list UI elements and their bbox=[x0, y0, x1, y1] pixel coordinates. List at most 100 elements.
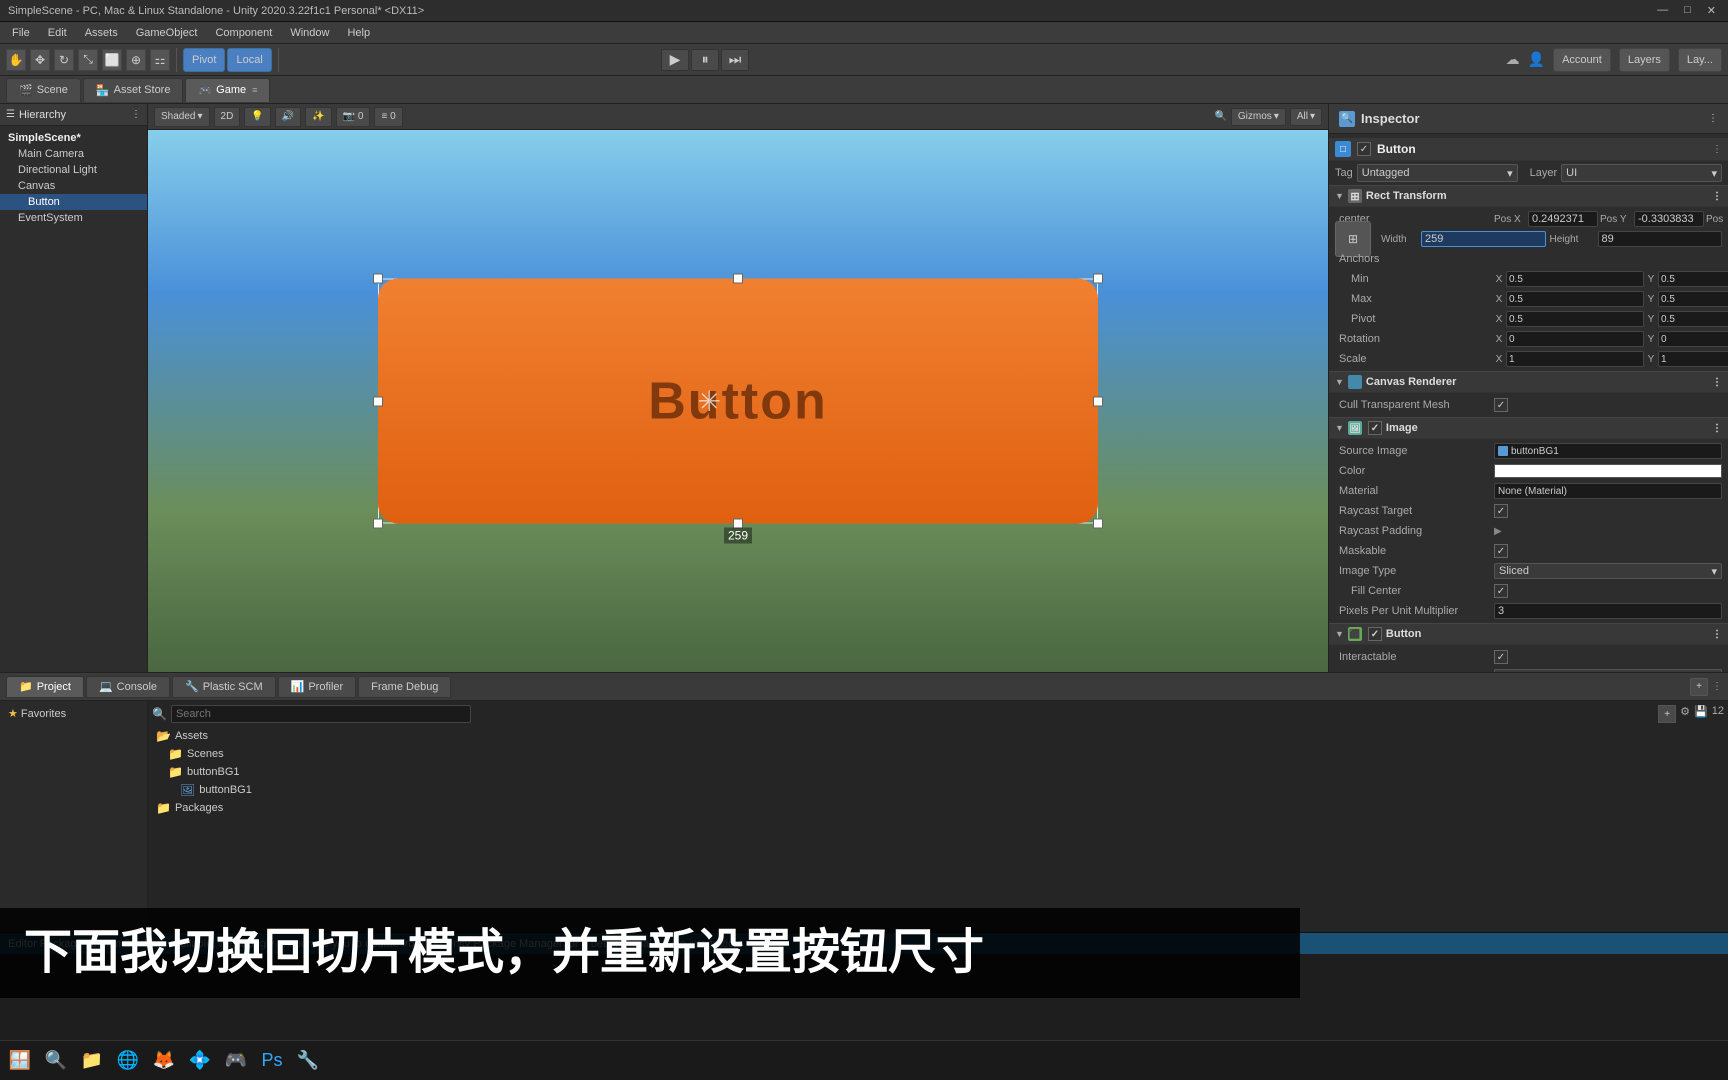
pause-button[interactable]: ⏸ bbox=[691, 49, 719, 71]
collab-icon[interactable]: 👤 bbox=[1528, 51, 1545, 68]
menu-window[interactable]: Window bbox=[282, 25, 337, 41]
close-btn[interactable]: ✕ bbox=[1703, 4, 1720, 17]
scale-x-input[interactable] bbox=[1506, 351, 1644, 367]
taskbar-unity[interactable]: 🎮 bbox=[220, 1045, 252, 1077]
taskbar-search[interactable]: 🔍 bbox=[40, 1045, 72, 1077]
layer-dropdown[interactable]: UI ▾ bbox=[1561, 164, 1722, 182]
taskbar-extra[interactable]: 🔧 bbox=[292, 1045, 324, 1077]
handle-mid-right[interactable] bbox=[1093, 396, 1103, 406]
image-color-swatch[interactable] bbox=[1494, 464, 1722, 478]
rect-transform-menu[interactable]: ⋮ bbox=[1712, 191, 1722, 202]
handle-top-left[interactable] bbox=[373, 274, 383, 284]
button-comp-header[interactable]: ▼ ⬛ Button ⋮ bbox=[1329, 623, 1728, 645]
scenes-item[interactable]: 📁 Scenes bbox=[152, 745, 1724, 763]
cloud-icon[interactable]: ☁ bbox=[1506, 51, 1520, 68]
width-field[interactable] bbox=[1421, 231, 1546, 247]
max-y-input[interactable] bbox=[1658, 291, 1728, 307]
maximize-btn[interactable]: □ bbox=[1680, 4, 1695, 17]
scale-y-input[interactable] bbox=[1658, 351, 1728, 367]
toolbar-hand[interactable]: ✋ bbox=[6, 49, 26, 71]
tab-console[interactable]: 💻 Console bbox=[86, 676, 170, 698]
transition-dropdown[interactable]: Color Tint ▾ bbox=[1494, 669, 1722, 672]
hier-item-dirlight[interactable]: Directional Light bbox=[0, 162, 147, 178]
gizmos-button[interactable]: Gizmos ▾ bbox=[1231, 108, 1286, 126]
canvas-renderer-menu[interactable]: ⋮ bbox=[1712, 377, 1722, 388]
pixels-per-unit-field[interactable] bbox=[1494, 603, 1722, 619]
cull-checkbox[interactable] bbox=[1494, 398, 1508, 412]
toolbar-rotate[interactable]: ↻ bbox=[54, 49, 74, 71]
material-field[interactable]: None (Material) bbox=[1494, 483, 1722, 499]
maskable-checkbox[interactable] bbox=[1494, 544, 1508, 558]
image-header[interactable]: ▼ 🖼 Image ⋮ bbox=[1329, 417, 1728, 439]
favorites-header-item[interactable]: ★ Favorites bbox=[4, 705, 143, 722]
taskbar-photoshop[interactable]: Ps bbox=[256, 1045, 288, 1077]
image-menu[interactable]: ⋮ bbox=[1712, 423, 1722, 434]
assets-search-input[interactable] bbox=[171, 705, 471, 723]
assets-save[interactable]: 💾 bbox=[1694, 705, 1708, 723]
assets-new-btn[interactable]: + bbox=[1658, 705, 1676, 723]
handle-top-mid[interactable] bbox=[733, 274, 743, 284]
height-field[interactable] bbox=[1598, 231, 1723, 247]
tab-asset-store[interactable]: 🏪 Asset Store bbox=[83, 78, 184, 102]
canvas-renderer-header[interactable]: ▼ Canvas Renderer ⋮ bbox=[1329, 371, 1728, 393]
add-bottom-panel[interactable]: + bbox=[1690, 678, 1708, 696]
hier-item-maincamera[interactable]: Main Camera bbox=[0, 146, 147, 162]
rot-y-input[interactable] bbox=[1658, 331, 1728, 347]
menu-edit[interactable]: Edit bbox=[40, 25, 75, 41]
hier-item-canvas[interactable]: Canvas bbox=[0, 178, 147, 194]
button-active-checkbox[interactable] bbox=[1357, 142, 1371, 156]
pivot-y-input[interactable] bbox=[1658, 311, 1728, 327]
toolbar-scale[interactable]: ⤡ bbox=[78, 49, 98, 71]
tab-frame-debug[interactable]: Frame Debug bbox=[358, 676, 451, 698]
play-button[interactable]: ▶ bbox=[661, 49, 689, 71]
menu-component[interactable]: Component bbox=[207, 25, 280, 41]
all-button[interactable]: All ▾ bbox=[1290, 108, 1322, 126]
button-comp-checkbox[interactable] bbox=[1368, 627, 1382, 641]
handle-bottom-right[interactable] bbox=[1093, 519, 1103, 529]
assets-root-item[interactable]: 📂 Assets bbox=[152, 727, 1724, 745]
pivot-button[interactable]: Pivot bbox=[183, 48, 225, 72]
buttonbg1-folder-item[interactable]: 📁 buttonBG1 bbox=[152, 763, 1724, 781]
hier-item-eventsystem[interactable]: EventSystem bbox=[0, 210, 147, 226]
button-comp-menu[interactable]: ⋮ bbox=[1712, 629, 1722, 640]
scene-misc[interactable]: ≡ 0 bbox=[374, 107, 402, 127]
handle-bottom-left[interactable] bbox=[373, 519, 383, 529]
menu-help[interactable]: Help bbox=[339, 25, 378, 41]
tab-profiler[interactable]: 📊 Profiler bbox=[278, 676, 357, 698]
button-component-menu[interactable]: ⋮ bbox=[1712, 144, 1722, 155]
light-toggle[interactable]: 💡 bbox=[244, 107, 270, 127]
max-x-input[interactable] bbox=[1506, 291, 1644, 307]
min-x-input[interactable] bbox=[1506, 271, 1644, 287]
anchor-preset-btn[interactable]: ⊞ bbox=[1335, 221, 1371, 257]
handle-top-right[interactable] bbox=[1093, 274, 1103, 284]
audio-toggle[interactable]: 🔊 bbox=[275, 107, 301, 127]
taskbar-vs[interactable]: 💠 bbox=[184, 1045, 216, 1077]
menu-file[interactable]: File bbox=[4, 25, 38, 41]
interactable-checkbox[interactable] bbox=[1494, 650, 1508, 664]
buttonbg1-asset-item[interactable]: 🖼 buttonBG1 bbox=[152, 781, 1724, 799]
scene-camera-btn[interactable]: 📷 0 bbox=[336, 107, 371, 127]
tab-game[interactable]: 🎮 Game ≡ bbox=[185, 78, 270, 102]
layout-button[interactable]: Lay... bbox=[1678, 48, 1722, 72]
scene-search-icon[interactable]: 🔍 bbox=[1214, 111, 1226, 122]
tab-project[interactable]: 📁 Project bbox=[6, 676, 84, 698]
menu-assets[interactable]: Assets bbox=[77, 25, 126, 41]
posy-field[interactable] bbox=[1634, 211, 1704, 227]
bottom-panel-menu[interactable]: ⋮ bbox=[1712, 681, 1722, 692]
taskbar-windows[interactable]: 🪟 bbox=[4, 1045, 36, 1077]
step-button[interactable]: ⏭ bbox=[721, 49, 749, 71]
fill-center-checkbox[interactable] bbox=[1494, 584, 1508, 598]
taskbar-explorer[interactable]: 📁 bbox=[76, 1045, 108, 1077]
raycast-padding-expand[interactable]: ▶ bbox=[1494, 526, 1502, 537]
layers-button[interactable]: Layers bbox=[1619, 48, 1670, 72]
scene-viewport[interactable]: ✳ Button 259 bbox=[148, 130, 1328, 672]
toolbar-custom[interactable]: ⚏ bbox=[150, 49, 170, 71]
source-image-field[interactable]: buttonBG1 bbox=[1494, 443, 1722, 459]
tab-plastic-scm[interactable]: 🔧 Plastic SCM bbox=[172, 676, 276, 698]
minimize-btn[interactable]: — bbox=[1653, 4, 1672, 17]
hier-item-button[interactable]: Button bbox=[0, 194, 147, 210]
taskbar-firefox[interactable]: 🦊 bbox=[148, 1045, 180, 1077]
account-button[interactable]: Account bbox=[1553, 48, 1611, 72]
shaded-dropdown[interactable]: Shaded ▾ bbox=[154, 107, 210, 127]
menu-gameobject[interactable]: GameObject bbox=[128, 25, 206, 41]
